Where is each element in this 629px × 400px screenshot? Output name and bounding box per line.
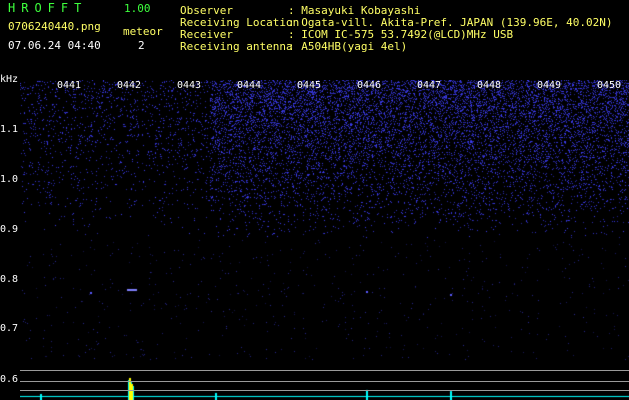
x-tick: 0442 [117,80,142,91]
datetime: 07.06.24 04:40 [8,39,101,52]
spectrogram-canvas [20,80,629,400]
x-tick: 0447 [417,80,442,91]
app-title: HROFFT [8,1,88,15]
axis-unit: kHz [0,74,19,85]
x-tick: 0444 [237,80,262,91]
x-tick: 0449 [537,80,562,91]
level-grid-line [20,390,629,391]
y-tick: 1.1 [0,124,19,135]
y-tick: 0.6 [0,374,19,385]
app-version: 1.00 [124,2,151,15]
antenna-label: Receiving antenna [180,40,293,53]
meteor-label: meteor [123,25,163,38]
hrofft-window: HROFFT 1.00 0706240440.png 07.06.24 04:4… [0,0,629,400]
filename: 0706240440.png [8,20,101,33]
x-tick: 0441 [57,80,82,91]
x-tick: 0446 [357,80,382,91]
meteor-count: 2 [138,39,145,52]
level-grid-line [20,370,629,371]
x-tick: 0448 [477,80,502,91]
level-grid-line [20,381,629,382]
antenna-value: : A504HB(yagi 4el) [288,40,408,53]
y-tick: 0.8 [0,274,19,285]
x-tick: 0443 [177,80,202,91]
x-tick: 0445 [297,80,322,91]
spectrogram [20,80,629,400]
x-tick: 0450 [597,80,622,91]
y-tick: 0.9 [0,224,19,235]
y-tick: 0.7 [0,323,19,334]
y-tick: 1.0 [0,174,19,185]
